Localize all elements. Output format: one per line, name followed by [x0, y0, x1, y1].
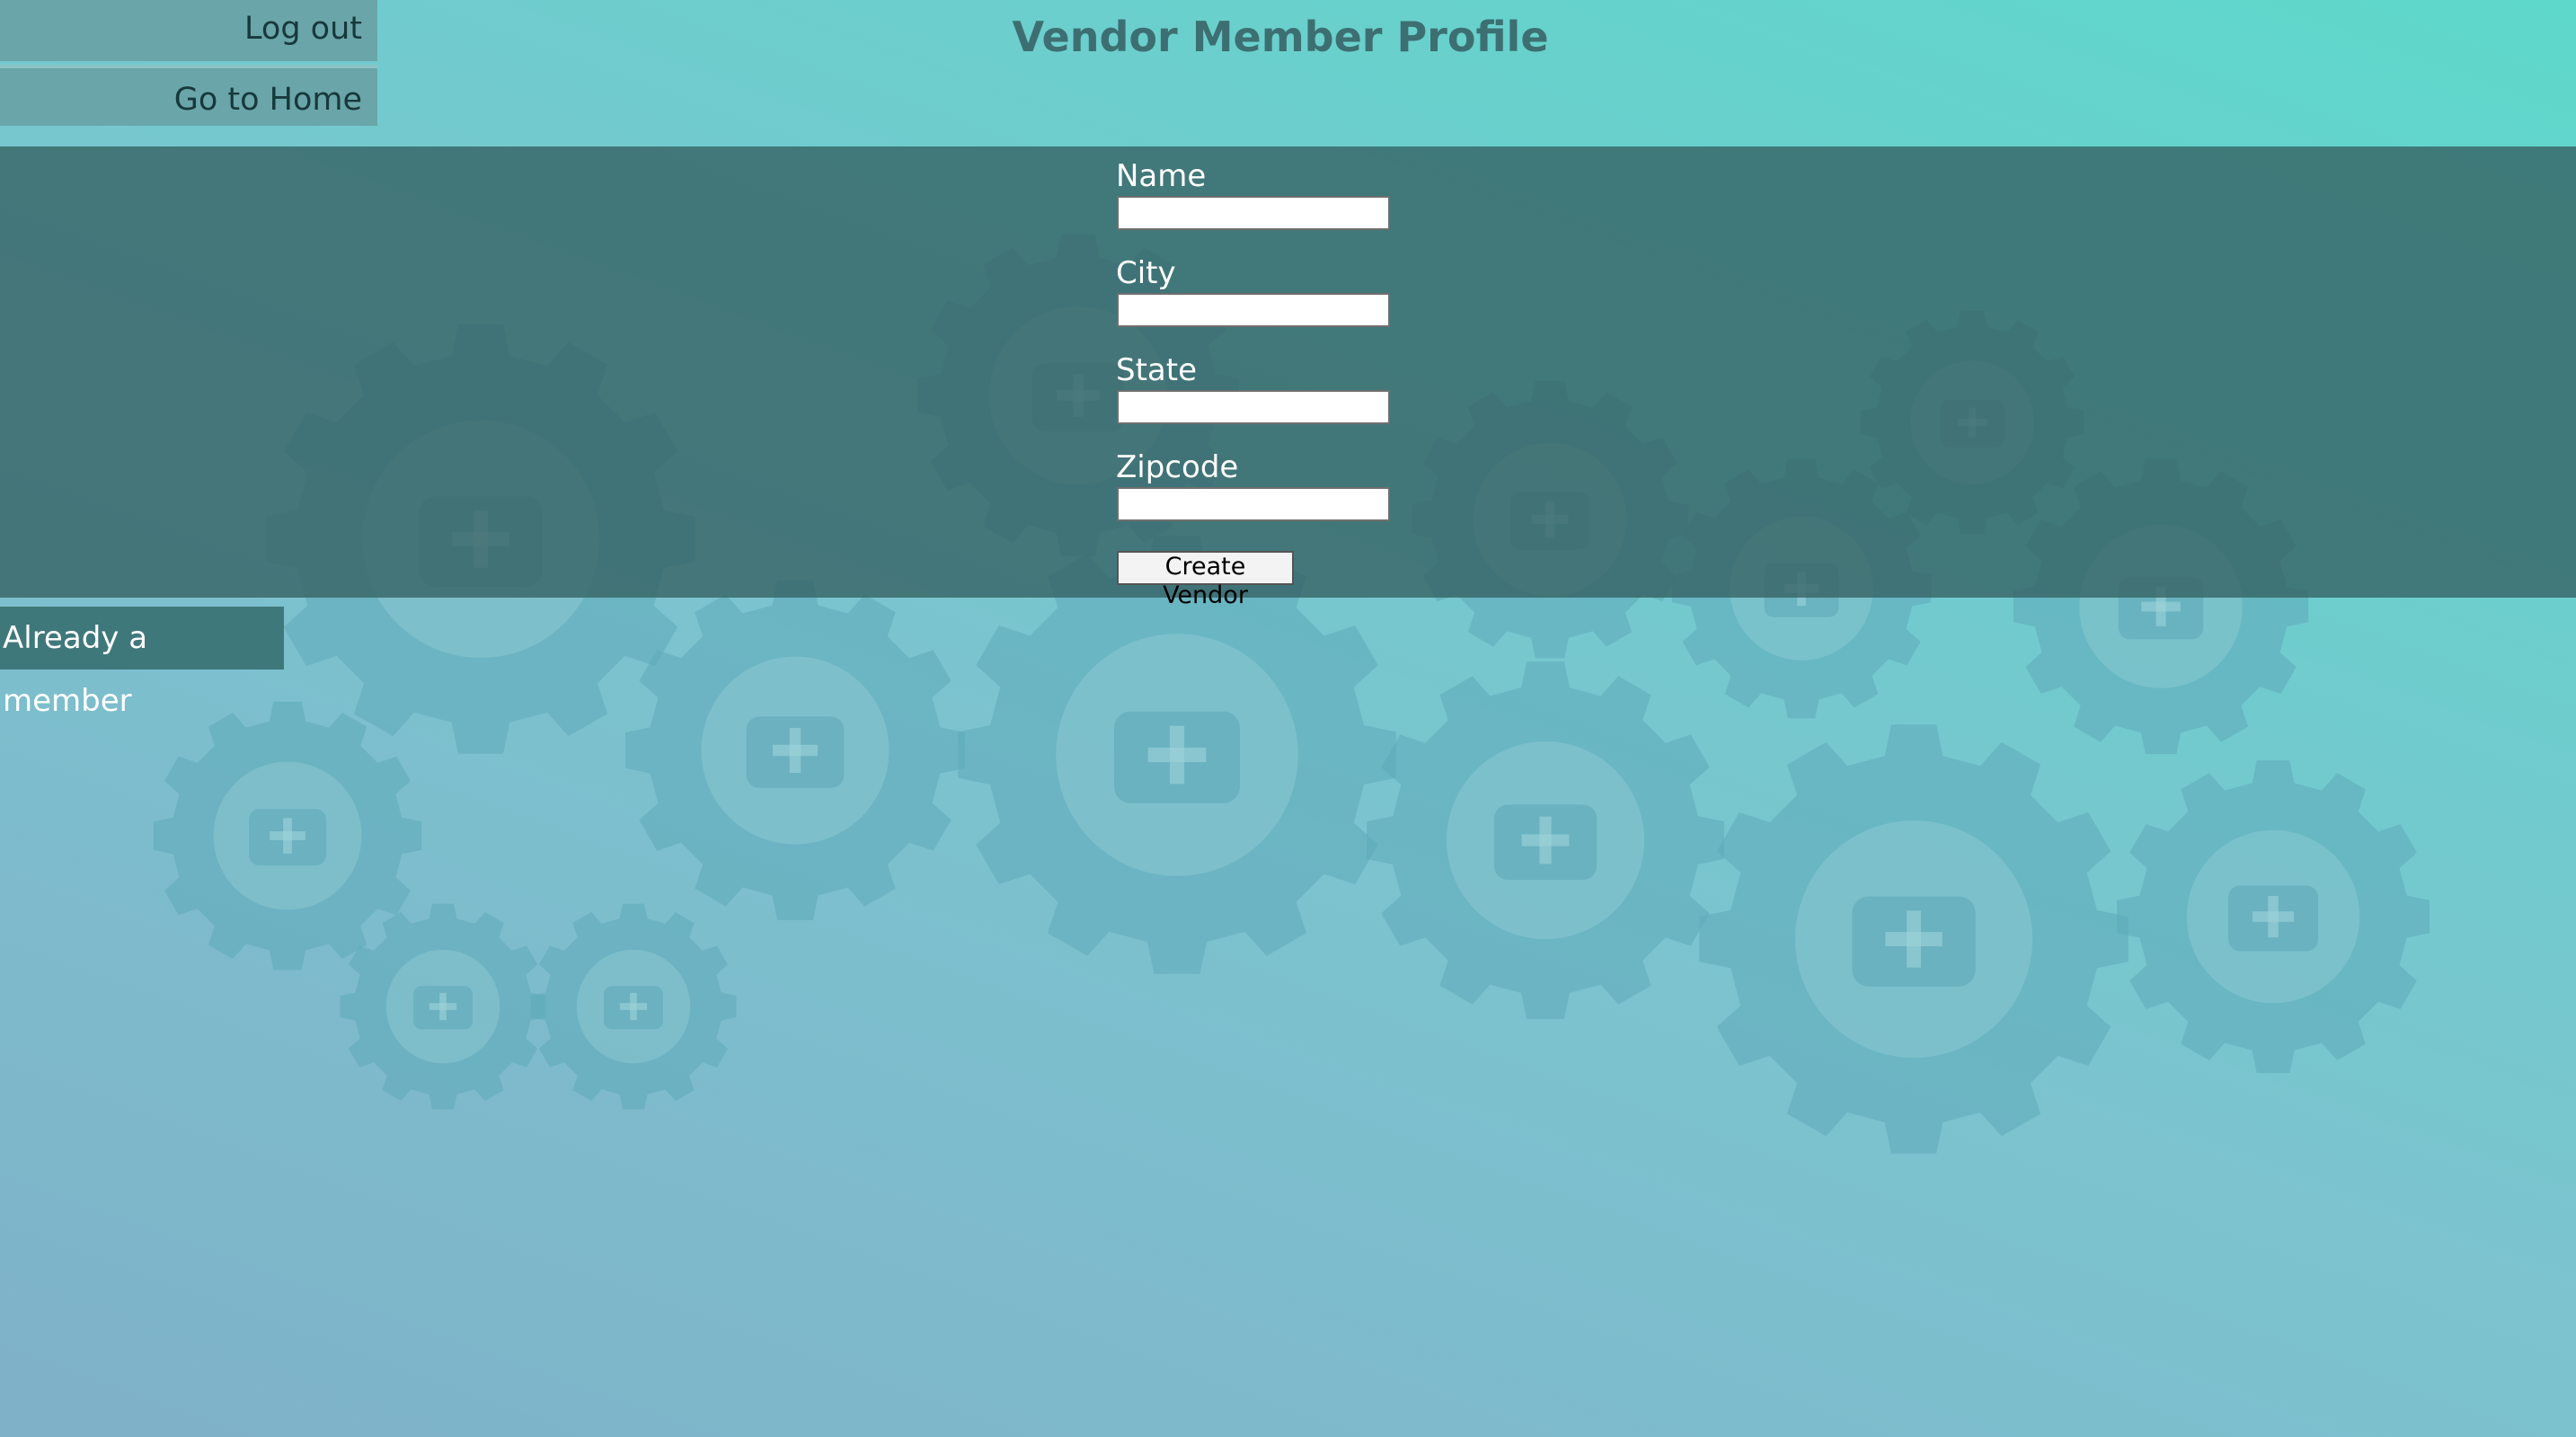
zipcode-input[interactable] [1117, 487, 1390, 521]
clipboard-icon [746, 716, 845, 788]
pill-bottle-icon [1852, 896, 1976, 987]
state-label: State [1116, 352, 1197, 388]
tooth-icon [249, 809, 326, 865]
go-home-button[interactable]: Go to Home [0, 65, 377, 126]
name-input[interactable] [1117, 196, 1390, 230]
gear-iv-bag-icon [530, 903, 737, 1110]
gear-tooth-icon [153, 701, 422, 971]
gear-clipboard-icon [625, 581, 965, 920]
state-input[interactable] [1117, 390, 1390, 424]
page-title: Vendor Member Profile [1012, 13, 1549, 61]
city-label: City [1116, 255, 1176, 291]
name-label: Name [1116, 158, 1207, 194]
iv-bag-icon [604, 986, 663, 1030]
wheelchair-icon [2227, 885, 2319, 952]
zipcode-label: Zipcode [1116, 449, 1239, 485]
gear-pill-bottle-icon [1699, 724, 2129, 1154]
medical-kit-icon [1113, 711, 1241, 803]
city-input[interactable] [1117, 293, 1390, 327]
gear-nurse-icon [340, 903, 546, 1110]
already-member-button[interactable]: Already a member [0, 607, 284, 719]
flask-icon [1493, 804, 1598, 880]
nurse-icon [413, 986, 473, 1030]
create-vendor-button[interactable]: Create Vendor [1117, 551, 1294, 609]
gear-wheelchair-icon [2117, 760, 2430, 1073]
gear-flask-icon [1367, 661, 1724, 1019]
